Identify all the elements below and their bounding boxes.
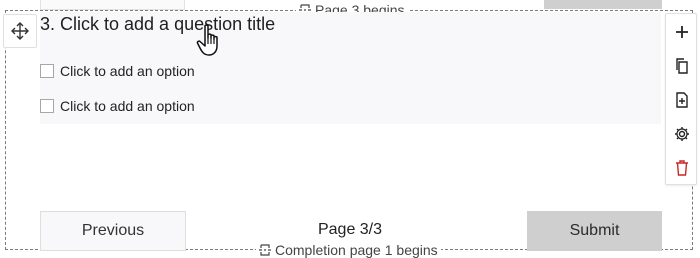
option-checkbox[interactable] — [40, 64, 54, 78]
option-label[interactable]: Click to add an option — [60, 63, 195, 79]
option-label[interactable]: Click to add an option — [60, 98, 195, 114]
delete-button[interactable] — [672, 158, 692, 178]
option-item[interactable]: Click to add an option — [40, 98, 195, 114]
question-toolbar — [665, 13, 697, 185]
add-question-button[interactable] — [672, 22, 692, 42]
file-plus-icon — [676, 92, 688, 108]
previous-button-edge — [544, 0, 662, 9]
question-title[interactable]: 3. Click to add a question title — [40, 13, 275, 35]
duplicate-button[interactable] — [672, 56, 692, 76]
plus-icon — [676, 26, 688, 38]
question-card[interactable]: 3. Click to add a question title Click t… — [40, 12, 661, 124]
completion-page-label: Completion page 1 begins — [275, 242, 438, 258]
completion-page-marker: Completion page 1 begins — [256, 242, 441, 258]
page-break-icon — [259, 244, 271, 256]
move-icon — [11, 22, 29, 40]
option-item[interactable]: Click to add an option — [40, 63, 195, 79]
hand-cursor-icon — [196, 24, 218, 56]
page-indicator: Page 3/3 — [317, 221, 383, 238]
drag-handle[interactable] — [3, 14, 37, 48]
option-checkbox[interactable] — [40, 99, 54, 113]
previous-button[interactable]: Previous — [40, 211, 186, 251]
copy-icon — [676, 58, 688, 74]
gear-icon — [675, 127, 689, 141]
previous-element-edge — [40, 0, 185, 10]
add-page-button[interactable] — [672, 90, 692, 110]
submit-button[interactable]: Submit — [527, 211, 662, 251]
settings-button[interactable] — [672, 124, 692, 144]
trash-icon — [676, 160, 688, 176]
